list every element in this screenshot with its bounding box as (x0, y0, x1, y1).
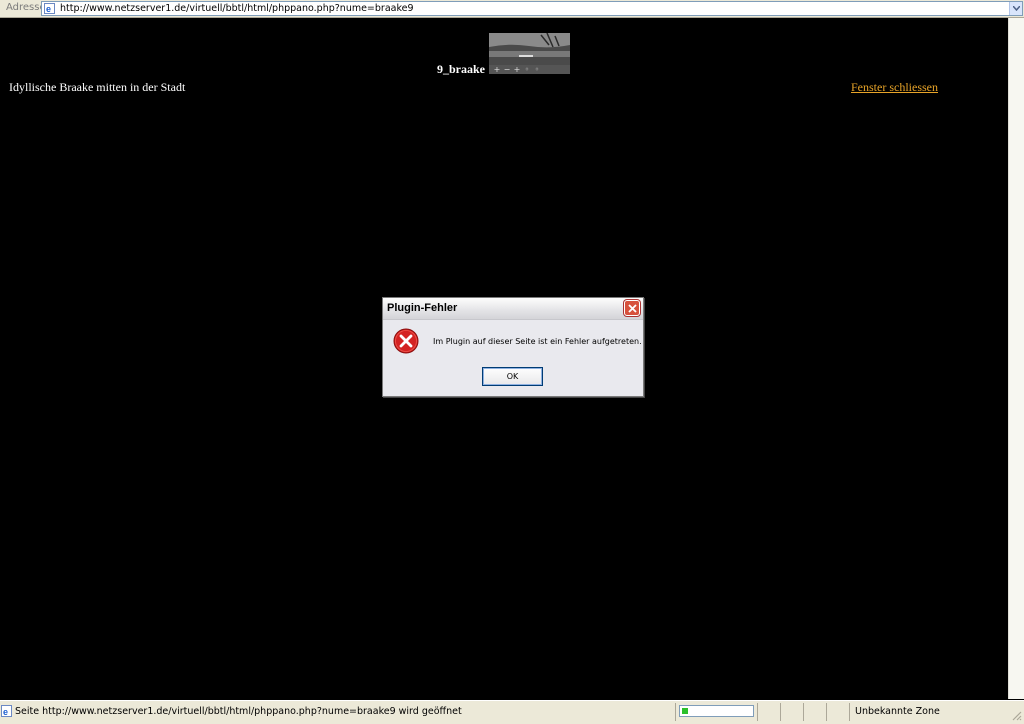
dialog-title: Plugin-Fehler (387, 302, 458, 314)
ie-page-icon: e (1, 705, 12, 717)
dialog-body: Im Plugin auf dieser Seite ist ein Fehle… (383, 320, 643, 396)
security-zone: Unbekannte Zone (855, 706, 940, 717)
svg-text:e: e (46, 4, 51, 14)
pano-control-4[interactable]: ◦ (523, 66, 531, 74)
vertical-scrollbar[interactable] (1008, 18, 1024, 699)
address-bar: Adresse e http://www.netzserver1.de/virt… (0, 0, 1024, 18)
dialog-titlebar[interactable]: Plugin-Fehler (383, 298, 643, 320)
svg-text:e: e (3, 707, 8, 717)
panorama-image (489, 33, 570, 65)
address-url[interactable]: http://www.netzserver1.de/virtuell/bbtl/… (60, 2, 414, 15)
status-divider (849, 703, 850, 721)
status-text: Seite http://www.netzserver1.de/virtuell… (15, 706, 462, 717)
address-dropdown-button[interactable] (1009, 2, 1022, 15)
status-divider (780, 703, 781, 721)
address-label: Adresse (6, 2, 46, 13)
chevron-down-icon (1012, 6, 1020, 11)
page-caption: Idyllische Braake mitten in der Stadt (9, 80, 186, 94)
close-icon (627, 303, 637, 313)
ie-page-icon: e (44, 3, 55, 14)
error-icon (393, 328, 419, 354)
pano-control-3[interactable]: + (513, 66, 521, 74)
pano-control-1[interactable]: + (493, 66, 501, 74)
panorama-controls: + − + ◦ ◦ (489, 65, 570, 74)
progress-bar (679, 705, 754, 717)
status-divider (803, 703, 804, 721)
status-divider (757, 703, 758, 721)
resize-grip-icon[interactable] (1010, 709, 1022, 721)
plugin-error-dialog: Plugin-Fehler Im Plugin auf dieser Seite… (382, 297, 644, 397)
dialog-message: Im Plugin auf dieser Seite ist ein Fehle… (433, 337, 642, 346)
status-bar: e Seite http://www.netzserver1.de/virtue… (0, 700, 1024, 724)
panorama-plugin[interactable]: + − + ◦ ◦ (489, 33, 570, 74)
progress-fill (682, 708, 688, 714)
status-divider (826, 703, 827, 721)
pano-control-2[interactable]: − (503, 66, 511, 74)
dialog-close-button[interactable] (624, 300, 640, 316)
status-divider (675, 703, 676, 721)
address-input[interactable]: e http://www.netzserver1.de/virtuell/bbt… (41, 1, 1023, 16)
close-window-link[interactable]: Fenster schliessen (851, 80, 938, 95)
pano-title: 9_braake (437, 62, 485, 76)
ok-button[interactable]: OK (482, 367, 543, 386)
pano-control-5[interactable]: ◦ (533, 66, 541, 74)
